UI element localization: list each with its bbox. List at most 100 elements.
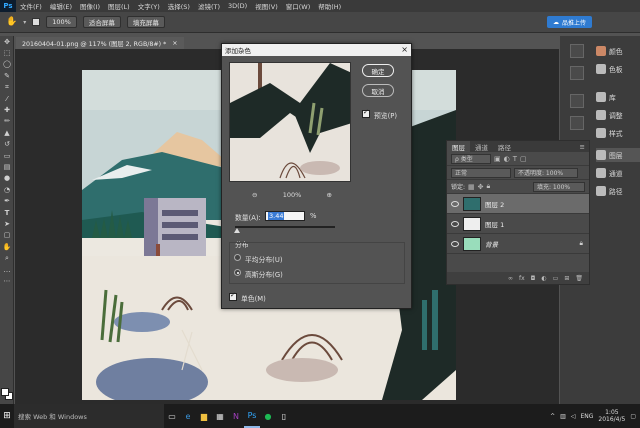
panel-adjustments[interactable]: 调整	[596, 108, 640, 122]
trash-icon[interactable]: 🗑︎	[575, 275, 583, 282]
filter-adjust-icon[interactable]: ◐	[504, 155, 510, 163]
layer-style-icon[interactable]: fx	[519, 275, 525, 282]
layer-kind-filter[interactable]: ρ 类型	[451, 153, 491, 164]
lock-all-icon[interactable]: 🔒︎	[487, 182, 491, 191]
adjustment-layer-icon[interactable]: ◐	[541, 275, 546, 282]
filter-pixel-icon[interactable]: ▣	[494, 155, 501, 163]
fill-screen-button[interactable]: 填充屏幕	[126, 16, 165, 28]
notifications-icon[interactable]: ▢	[630, 413, 636, 420]
blend-mode-select[interactable]: 正常	[451, 167, 511, 178]
monochromatic-checkbox[interactable]	[229, 291, 237, 301]
eyedropper-tool-icon[interactable]: ⁄	[0, 93, 14, 104]
document-tab[interactable]: 20160404-01.png @ 117% (图层 2, RGB/8#) * …	[16, 37, 184, 49]
layer-name[interactable]: 图层 1	[485, 219, 504, 229]
zoom-in-icon[interactable]: ⊕	[327, 191, 332, 199]
eraser-tool-icon[interactable]: ▭	[0, 150, 14, 161]
gaussian-label[interactable]: 高斯分布(G)	[245, 269, 283, 279]
healing-brush-tool-icon[interactable]: ✚	[0, 104, 14, 115]
taskbar-search[interactable]: 搜索 Web 和 Windows	[14, 404, 164, 428]
menu-layer[interactable]: 图层(L)	[104, 1, 134, 11]
filter-shape-icon[interactable]: ▢	[520, 155, 527, 163]
input-method[interactable]: ENG	[580, 413, 593, 420]
panel-color[interactable]: 颜色	[596, 44, 640, 58]
panel-swatches[interactable]: 色板	[596, 62, 640, 76]
windows-start-icon[interactable]: ⊞	[0, 404, 14, 428]
spotify-icon[interactable]: ●	[260, 404, 276, 428]
menu-edit[interactable]: 编辑(E)	[46, 1, 76, 11]
scroll-all-windows-checkbox[interactable]	[32, 18, 41, 26]
task-view-icon[interactable]: ▭	[164, 404, 180, 428]
gradient-tool-icon[interactable]: ▤	[0, 161, 14, 172]
menu-image[interactable]: 图像(I)	[76, 1, 104, 11]
pen-tool-icon[interactable]: ✒	[0, 195, 14, 206]
close-icon[interactable]: ×	[401, 45, 408, 54]
history-brush-tool-icon[interactable]: ↺	[0, 139, 14, 150]
layer-name[interactable]: 图层 2	[485, 199, 504, 209]
type-tool-icon[interactable]: T	[0, 207, 14, 218]
close-icon[interactable]: ×	[172, 40, 177, 47]
uniform-radio[interactable]	[234, 254, 241, 261]
preview-checkbox[interactable]	[362, 108, 370, 118]
dodge-tool-icon[interactable]: ◔	[0, 184, 14, 195]
crop-tool-icon[interactable]: ⌗	[0, 82, 14, 93]
dialog-titlebar[interactable]: 添加杂色	[222, 44, 411, 56]
marquee-tool-icon[interactable]: ⬚	[0, 47, 14, 58]
amount-slider-track[interactable]	[235, 226, 335, 228]
layer-row[interactable]: 图层 1	[447, 214, 589, 234]
color-swatches[interactable]	[1, 388, 13, 400]
eye-icon[interactable]	[451, 200, 459, 207]
tray-chevron-icon[interactable]: ^	[550, 413, 555, 420]
zoom-tool-icon[interactable]: ⌕	[0, 252, 14, 263]
ok-button[interactable]: 确定	[362, 64, 394, 77]
monochromatic-label[interactable]: 单色(M)	[241, 293, 266, 303]
filter-type-icon[interactable]: T	[513, 155, 517, 163]
amount-slider-thumb[interactable]	[234, 228, 240, 233]
menu-3d[interactable]: 3D(D)	[224, 2, 251, 10]
filter-preview[interactable]	[229, 62, 351, 182]
more-tools-icon[interactable]: …	[0, 264, 14, 275]
path-select-tool-icon[interactable]: ➤	[0, 218, 14, 229]
zoom-out-icon[interactable]: ⊖	[252, 191, 257, 199]
foreground-color-swatch[interactable]	[1, 388, 9, 396]
cloud-upload-button[interactable]: ☁ 品推上传	[546, 16, 592, 28]
fit-screen-button[interactable]: 适合屏幕	[82, 16, 121, 28]
store-icon[interactable]: ▦	[212, 404, 228, 428]
panel-channels[interactable]: 通道	[596, 166, 640, 180]
fill-field[interactable]: 填充: 100%	[533, 181, 585, 192]
hand-tool-icon[interactable]: ✋	[0, 241, 14, 252]
clock[interactable]: 1:05 2016/4/5	[598, 409, 625, 423]
edge-icon[interactable]: e	[180, 404, 196, 428]
amount-input[interactable]: 3.44	[265, 211, 305, 221]
lock-pixels-icon[interactable]: ▦	[468, 183, 475, 191]
character-panel-icon[interactable]	[570, 94, 584, 108]
paragraph-panel-icon[interactable]	[570, 116, 584, 130]
eye-icon[interactable]	[451, 240, 459, 247]
clone-stamp-tool-icon[interactable]: ▲	[0, 127, 14, 138]
eye-icon[interactable]	[451, 220, 459, 227]
network-icon[interactable]: ▥	[560, 413, 566, 420]
menu-file[interactable]: 文件(F)	[16, 1, 46, 11]
photoshop-taskbar-icon[interactable]: Ps	[244, 404, 260, 428]
brush-tool-icon[interactable]: ✏	[0, 116, 14, 127]
zoom-100-button[interactable]: 100%	[46, 16, 77, 28]
panel-libraries[interactable]: 库	[596, 90, 640, 104]
new-layer-icon[interactable]: ⊞	[564, 275, 569, 282]
new-group-icon[interactable]: ▭	[553, 275, 559, 282]
add-mask-icon[interactable]: ◘	[531, 275, 536, 282]
tab-channels[interactable]: 通道	[470, 141, 493, 152]
document-icon[interactable]: ▯	[276, 404, 292, 428]
history-panel-icon[interactable]	[570, 44, 584, 58]
edit-toolbar-icon[interactable]: ⋯	[0, 275, 14, 286]
layer-row[interactable]: 背景 🔒︎	[447, 234, 589, 254]
panel-styles[interactable]: 样式	[596, 126, 640, 140]
rectangle-tool-icon[interactable]: ▢	[0, 230, 14, 241]
onenote-icon[interactable]: N	[228, 404, 244, 428]
tab-layers[interactable]: 图层	[447, 141, 470, 152]
tab-paths[interactable]: 路径	[493, 141, 516, 152]
chevron-down-icon[interactable]: ▾	[23, 19, 26, 26]
blur-tool-icon[interactable]: ●	[0, 173, 14, 184]
uniform-label[interactable]: 平均分布(U)	[245, 254, 282, 264]
properties-panel-icon[interactable]	[570, 66, 584, 80]
link-layers-icon[interactable]: ∞	[508, 275, 513, 282]
menu-type[interactable]: 文字(Y)	[134, 1, 164, 11]
